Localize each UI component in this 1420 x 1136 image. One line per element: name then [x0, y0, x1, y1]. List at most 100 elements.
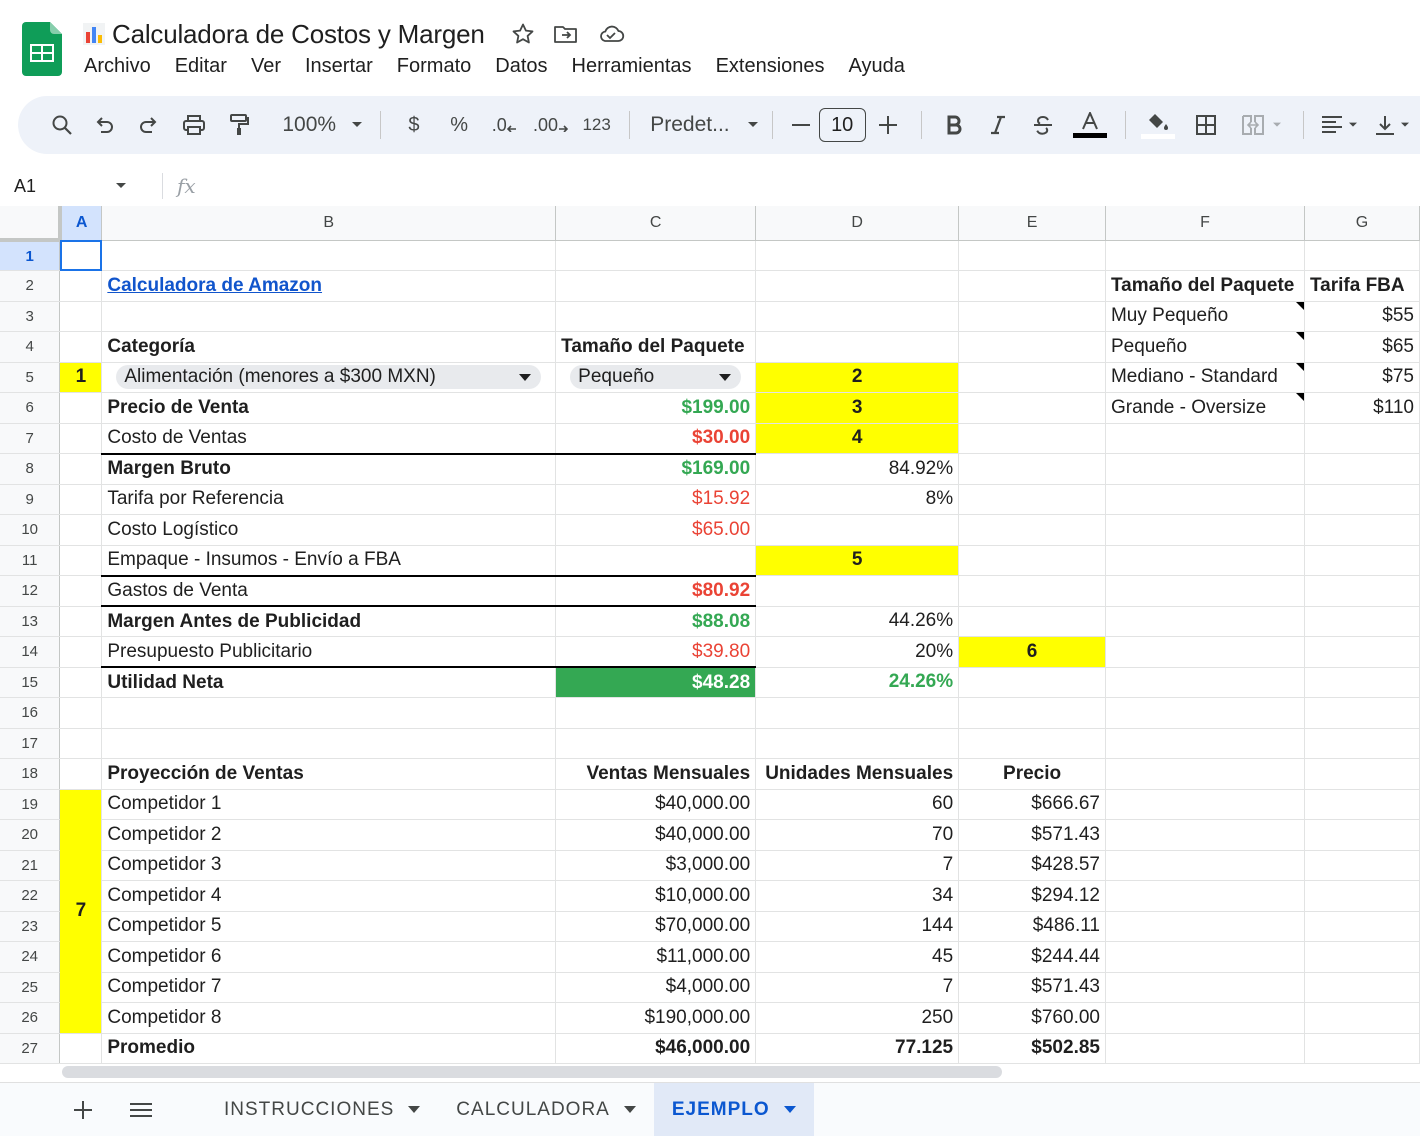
row-header[interactable]: 3 [0, 301, 61, 332]
vertical-align-button[interactable] [1367, 105, 1420, 145]
row-header[interactable]: 11 [0, 545, 61, 576]
cell-g6[interactable]: $110 [1304, 392, 1420, 424]
cell[interactable] [958, 667, 1106, 698]
competitor-sales[interactable]: $3,000.00 [555, 850, 757, 881]
marker-5[interactable]: 5 [755, 545, 960, 576]
referral-fee[interactable]: $15.92 [555, 484, 757, 515]
cell[interactable] [1304, 880, 1420, 912]
row-header[interactable]: 19 [0, 789, 61, 820]
cell-g4[interactable]: $65 [1304, 331, 1420, 363]
competitor-price[interactable]: $760.00 [958, 1002, 1106, 1034]
font-size-input[interactable]: 10 [818, 108, 866, 142]
marker-7[interactable]: 7 [59, 789, 103, 1034]
cell[interactable] [1105, 728, 1305, 759]
row-header[interactable]: 27 [0, 1033, 61, 1064]
competitor-name[interactable]: Competidor 5 [101, 911, 557, 942]
cell-c11[interactable] [555, 545, 757, 577]
competitor-name[interactable]: Competidor 1 [101, 789, 557, 820]
cell[interactable] [101, 728, 557, 759]
cell[interactable] [1304, 545, 1420, 576]
referral-fee-pct[interactable]: 8% [755, 484, 960, 515]
cell[interactable] [59, 392, 103, 424]
cell[interactable] [755, 270, 960, 302]
column-header-e[interactable]: E [958, 206, 1106, 241]
cell[interactable] [1304, 1033, 1420, 1064]
cell[interactable] [958, 697, 1106, 729]
cell[interactable] [755, 301, 960, 332]
competitor-units[interactable]: 60 [755, 789, 960, 820]
column-header-b[interactable]: B [101, 206, 557, 241]
competitor-sales[interactable]: $40,000.00 [555, 819, 757, 851]
text-color-button[interactable] [1066, 105, 1115, 145]
competitor-price[interactable]: $666.67 [958, 789, 1106, 820]
menu-insertar[interactable]: Insertar [305, 55, 373, 78]
cell-g3[interactable]: $55 [1304, 301, 1420, 332]
tab-ejemplo[interactable]: EJEMPLO [653, 1082, 814, 1136]
cell[interactable] [958, 728, 1106, 759]
cell[interactable] [1105, 819, 1305, 851]
cell[interactable] [59, 636, 103, 668]
competitor-sales[interactable]: $4,000.00 [555, 972, 757, 1003]
column-header-f[interactable]: F [1105, 206, 1305, 241]
marker-6[interactable]: 6 [958, 636, 1106, 668]
cell[interactable] [1105, 972, 1305, 1003]
cell-b8[interactable]: Margen Bruto [101, 453, 557, 485]
cell[interactable] [59, 697, 103, 729]
increase-decimal-button[interactable]: .00 [527, 105, 574, 145]
star-icon[interactable] [511, 22, 535, 46]
row-header[interactable]: 20 [0, 819, 61, 851]
strikethrough-button[interactable] [1020, 105, 1065, 145]
cell[interactable] [1304, 667, 1420, 698]
gross-margin[interactable]: $169.00 [555, 453, 757, 485]
cell[interactable] [1304, 911, 1420, 942]
fill-color-button[interactable] [1136, 105, 1181, 145]
competitor-name[interactable]: Competidor 2 [101, 819, 557, 851]
tab-instrucciones[interactable]: INSTRUCCIONES [206, 1083, 438, 1136]
cell[interactable] [1105, 453, 1305, 485]
cell-b15[interactable]: Utilidad Neta [101, 667, 557, 698]
competitor-sales[interactable]: $11,000.00 [555, 941, 757, 973]
ad-budget-pct[interactable]: 20% [755, 636, 960, 668]
cell[interactable] [1304, 514, 1420, 546]
cell-b5[interactable]: Alimentación (menores a $300 MXN) [101, 362, 557, 393]
cell[interactable] [59, 514, 103, 546]
formula-input[interactable] [196, 171, 1420, 201]
cell[interactable] [1304, 758, 1420, 790]
cell[interactable] [1304, 850, 1420, 881]
decrease-decimal-button[interactable]: .0 [482, 105, 527, 145]
cell[interactable] [1105, 697, 1305, 729]
column-header-g[interactable]: G [1304, 206, 1420, 241]
cell[interactable] [958, 331, 1106, 363]
cell[interactable] [1304, 972, 1420, 1003]
cell[interactable] [1304, 636, 1420, 668]
cell[interactable] [958, 362, 1106, 393]
more-formats-button[interactable]: 123 [574, 105, 619, 145]
cell[interactable] [958, 484, 1106, 515]
row-header[interactable]: 21 [0, 850, 61, 881]
package-size-dropdown[interactable]: Pequeño [570, 365, 742, 390]
cell[interactable] [1304, 453, 1420, 485]
cell-c18[interactable]: Ventas Mensuales [555, 758, 757, 790]
row-header[interactable]: 6 [0, 392, 61, 424]
cell[interactable] [59, 301, 103, 332]
cell[interactable] [755, 331, 960, 363]
menu-extensiones[interactable]: Extensiones [716, 55, 825, 78]
add-sheet-button[interactable] [58, 1100, 108, 1119]
competitor-name[interactable]: Competidor 3 [101, 850, 557, 881]
cell[interactable] [59, 270, 103, 302]
category-dropdown[interactable]: Alimentación (menores a $300 MXN) [116, 365, 542, 390]
marker-3[interactable]: 3 [755, 392, 960, 424]
column-header-d[interactable]: D [755, 206, 960, 241]
cell-b14[interactable]: Presupuesto Publicitario [101, 636, 557, 668]
marker-2[interactable]: 2 [755, 362, 960, 393]
cell[interactable] [1105, 240, 1305, 271]
menu-ayuda[interactable]: Ayuda [849, 55, 905, 78]
currency-format-button[interactable]: $ [391, 105, 436, 145]
cell[interactable] [59, 728, 103, 759]
column-header-a[interactable]: A [59, 206, 103, 241]
increase-font-size-button[interactable] [866, 105, 911, 145]
menu-ver[interactable]: Ver [251, 55, 281, 78]
cell[interactable] [958, 392, 1106, 424]
cell[interactable] [958, 423, 1106, 454]
cell[interactable] [555, 301, 757, 332]
